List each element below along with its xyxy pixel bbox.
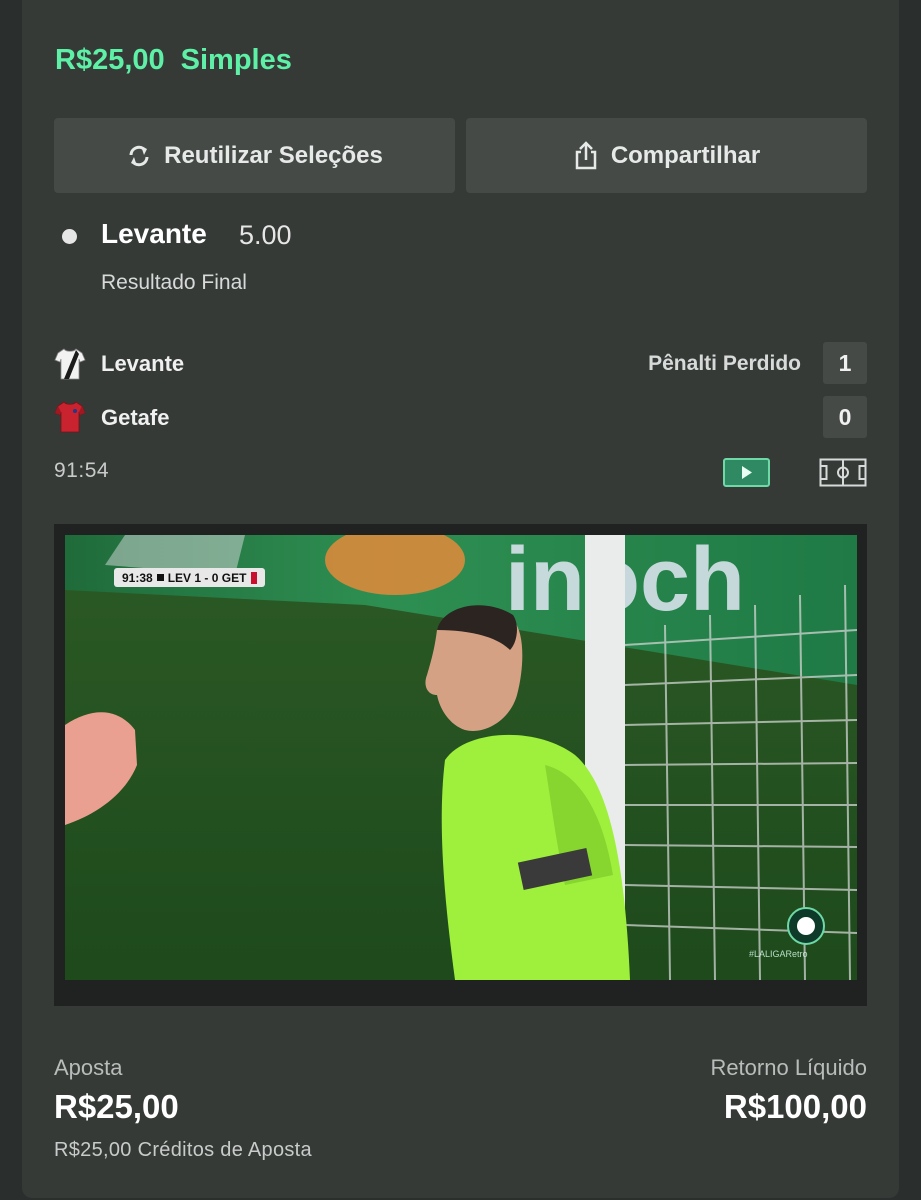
selection-team: Levante <box>101 218 207 249</box>
video-watermark: #LALIGARetro <box>749 949 808 959</box>
video-player[interactable]: inoch <box>54 524 867 1006</box>
play-video-icon[interactable] <box>723 458 770 487</box>
scorebug-marker <box>156 574 164 581</box>
bet-card: R$25,00 Simples Reutilizar Seleções Compa… <box>22 0 899 1198</box>
home-team-name: Levante <box>101 351 185 376</box>
video-scorebug: 91:38 LEV 1 - 0 GET <box>114 568 266 587</box>
match-video-still: inoch <box>65 535 857 980</box>
stake-label: Aposta <box>54 1055 123 1080</box>
reuse-selections-button[interactable]: Reutilizar Seleções <box>54 118 455 193</box>
reuse-selections-label: Reutilizar Seleções <box>164 141 383 169</box>
scorebug-away: GET <box>221 570 247 585</box>
selection-bullet <box>62 229 77 244</box>
refresh-icon <box>129 145 149 166</box>
share-label: Compartilhar <box>610 141 761 169</box>
home-shirt-icon <box>54 348 86 380</box>
pitch-icon[interactable] <box>819 458 867 487</box>
net-return-label: Retorno Líquido <box>710 1055 867 1080</box>
red-card-icon <box>251 571 258 584</box>
net-return-value: R$100,00 <box>723 1088 867 1125</box>
selection-odds: 5.00 <box>239 220 292 250</box>
away-score: 0 <box>823 396 867 438</box>
stake-credits: R$25,00 Créditos de Aposta <box>54 1139 312 1161</box>
scorebug-home: LEV <box>167 570 192 585</box>
selection-market: Resultado Final <box>101 271 247 294</box>
bet-header: R$25,00 Simples <box>55 44 292 77</box>
stake-value: R$25,00 <box>54 1088 179 1125</box>
scorebug-score: 1 - 0 <box>194 570 219 585</box>
away-team-name: Getafe <box>101 405 170 430</box>
away-shirt-icon <box>54 401 86 433</box>
share-icon <box>575 140 597 169</box>
match-clock: 91:54 <box>54 459 110 482</box>
bet-amount: R$25,00 <box>55 44 165 76</box>
home-score: 1 <box>823 342 867 384</box>
video-frame-image: inoch <box>65 535 857 980</box>
bet-type: Simples <box>180 44 292 76</box>
share-button[interactable]: Compartilhar <box>466 118 867 193</box>
scorebug-time: 91:38 <box>122 570 153 585</box>
match-event: Pênalti Perdido <box>648 352 801 375</box>
